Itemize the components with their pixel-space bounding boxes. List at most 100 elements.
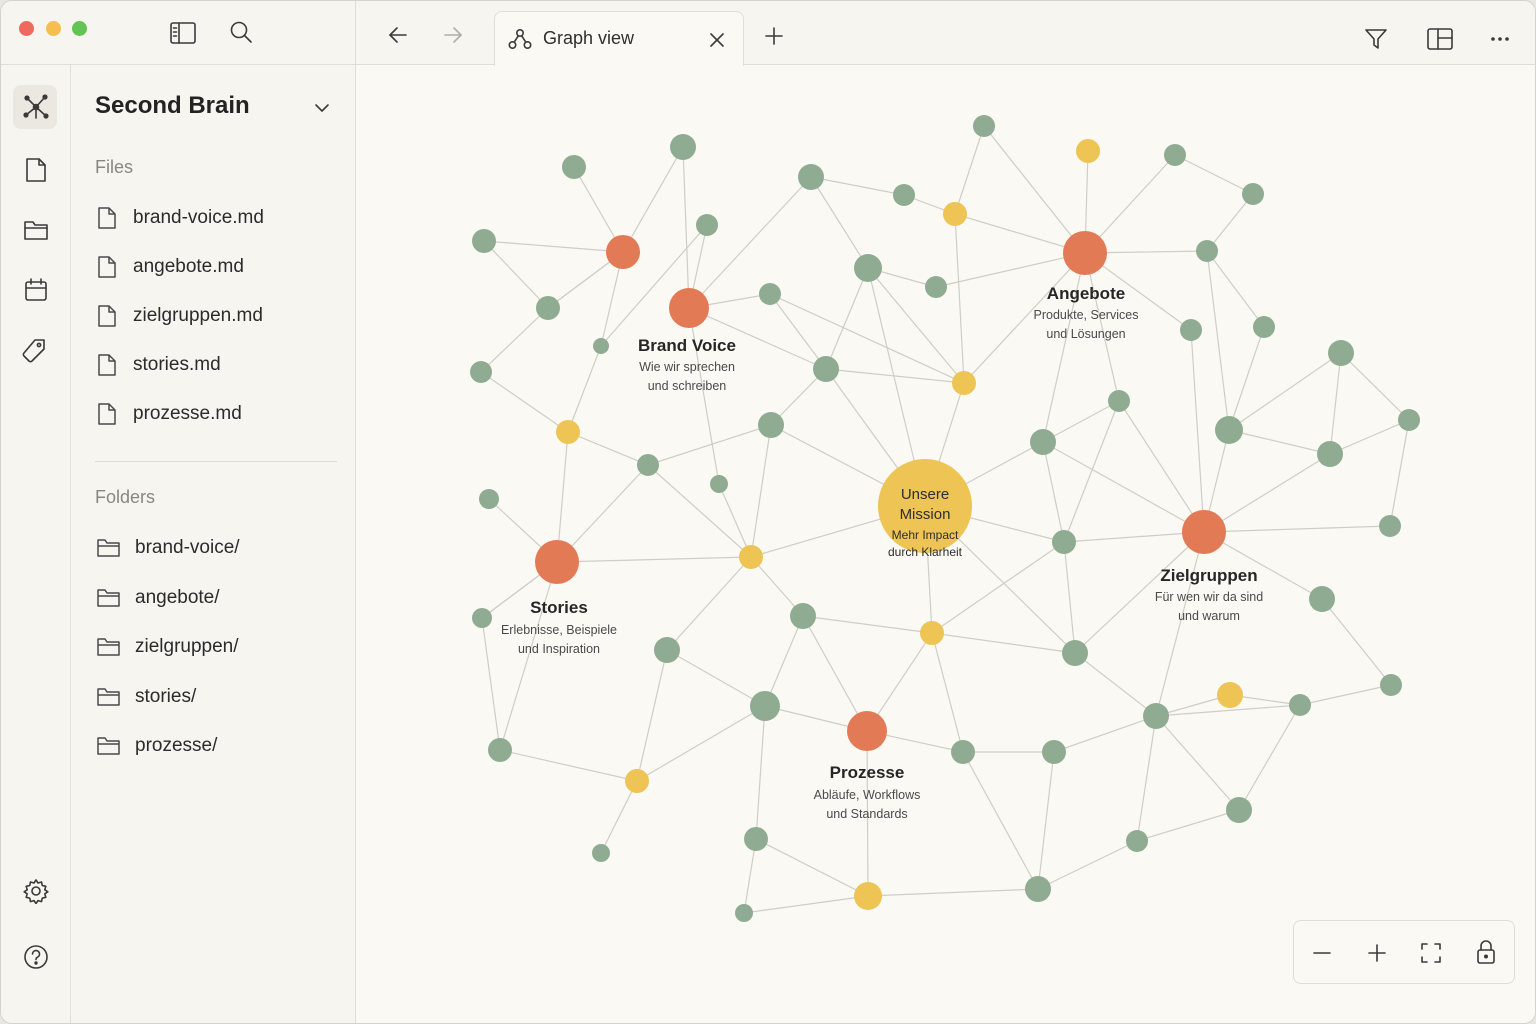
highlight-node[interactable] [854,882,882,910]
hub-node[interactable] [1182,510,1226,554]
note-node[interactable] [710,475,728,493]
search-icon[interactable] [226,17,256,47]
note-node[interactable] [470,361,492,383]
note-node[interactable] [654,637,680,663]
note-node[interactable] [472,608,492,628]
file-item[interactable]: brand-voice.md [97,200,264,236]
help-icon[interactable] [20,941,52,973]
file-item[interactable]: prozesse.md [97,396,242,432]
note-node[interactable] [472,229,496,253]
hub-node[interactable] [669,288,709,328]
note-node[interactable] [758,412,784,438]
close-icon[interactable] [705,28,729,52]
note-node[interactable] [1226,797,1252,823]
tab-graph-view[interactable]: Graph view [494,11,744,66]
note-node[interactable] [951,740,975,764]
note-node[interactable] [854,254,882,282]
graph-canvas[interactable]: Unsere Mission Mehr Impact durch Klarhei… [357,66,1535,1023]
note-node[interactable] [735,904,753,922]
highlight-node[interactable] [556,420,580,444]
note-node[interactable] [1398,409,1420,431]
file-icon[interactable] [21,155,51,185]
settings-icon[interactable] [20,875,52,907]
note-node[interactable] [1143,703,1169,729]
highlight-node[interactable] [625,769,649,793]
folder-item[interactable]: prozesse/ [97,728,217,764]
note-node[interactable] [488,738,512,762]
hub-node[interactable] [847,711,887,751]
note-node[interactable] [593,338,609,354]
zoom-in-icon[interactable] [1365,941,1389,965]
note-node[interactable] [670,134,696,160]
note-node[interactable] [1215,416,1243,444]
forward-arrow-icon[interactable] [439,21,467,49]
folder-item[interactable]: zielgruppen/ [97,629,239,665]
tag-icon[interactable] [18,335,50,367]
layout-icon[interactable] [1424,24,1456,54]
note-node[interactable] [1253,316,1275,338]
sidebar-toggle-icon[interactable] [167,18,199,48]
filter-icon[interactable] [1362,25,1390,53]
chevron-down-icon[interactable] [311,97,333,119]
hub-node[interactable] [606,235,640,269]
calendar-icon[interactable] [20,275,52,305]
highlight-node[interactable] [952,371,976,395]
maximize-window-button[interactable] [72,21,87,36]
hub-node[interactable] [1063,231,1107,275]
file-item[interactable]: zielgruppen.md [97,298,263,334]
note-node[interactable] [696,214,718,236]
note-node[interactable] [1196,240,1218,262]
folder-icon[interactable] [20,215,52,245]
file-item[interactable]: angebote.md [97,249,244,285]
note-node[interactable] [813,356,839,382]
close-window-button[interactable] [19,21,34,36]
note-node[interactable] [1108,390,1130,412]
highlight-node[interactable] [920,621,944,645]
note-node[interactable] [1317,441,1343,467]
fit-screen-icon[interactable] [1419,941,1443,965]
note-node[interactable] [479,489,499,509]
highlight-node[interactable] [739,545,763,569]
note-node[interactable] [1379,515,1401,537]
note-node[interactable] [1328,340,1354,366]
highlight-node[interactable] [943,202,967,226]
lock-icon[interactable] [1474,938,1498,966]
note-node[interactable] [750,691,780,721]
hub-node[interactable] [535,540,579,584]
note-node[interactable] [1380,674,1402,696]
graph-svg[interactable]: Unsere Mission Mehr Impact durch Klarhei… [357,66,1536,1024]
note-node[interactable] [1309,586,1335,612]
note-node[interactable] [759,283,781,305]
note-node[interactable] [1030,429,1056,455]
note-node[interactable] [1052,530,1076,554]
folder-item[interactable]: stories/ [97,679,196,715]
note-node[interactable] [973,115,995,137]
file-item[interactable]: stories.md [97,347,221,383]
note-node[interactable] [1025,876,1051,902]
note-node[interactable] [592,844,610,862]
note-node[interactable] [1164,144,1186,166]
note-node[interactable] [790,603,816,629]
note-node[interactable] [1126,830,1148,852]
more-icon[interactable] [1486,27,1514,51]
plus-icon[interactable] [762,24,786,48]
folder-item[interactable]: brand-voice/ [97,530,240,566]
highlight-node[interactable] [1217,682,1243,708]
note-node[interactable] [744,827,768,851]
note-node[interactable] [798,164,824,190]
note-node[interactable] [1289,694,1311,716]
note-node[interactable] [637,454,659,476]
zoom-out-icon[interactable] [1310,941,1334,965]
note-node[interactable] [893,184,915,206]
highlight-node[interactable] [1076,139,1100,163]
note-node[interactable] [562,155,586,179]
note-node[interactable] [536,296,560,320]
note-node[interactable] [1042,740,1066,764]
graph-icon[interactable] [20,91,52,123]
note-node[interactable] [1242,183,1264,205]
vault-name[interactable]: Second Brain [95,92,250,120]
note-node[interactable] [1180,319,1202,341]
back-arrow-icon[interactable] [384,21,412,49]
note-node[interactable] [1062,640,1088,666]
folder-item[interactable]: angebote/ [97,580,220,616]
